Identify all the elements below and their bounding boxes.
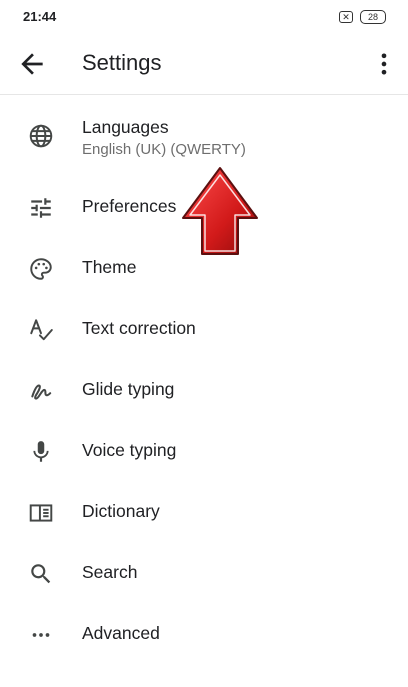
settings-item-search[interactable]: Search xyxy=(0,543,408,604)
settings-item-preferences[interactable]: Preferences xyxy=(0,177,408,238)
settings-item-summary: English (UK) (QWERTY) xyxy=(82,141,246,158)
notification-x-icon: ✕ xyxy=(339,11,353,23)
settings-item-label: Voice typing xyxy=(82,440,177,460)
settings-list: Languages English (UK) (QWERTY) Preferen… xyxy=(0,95,408,665)
globe-icon xyxy=(28,123,54,149)
tune-sliders-icon xyxy=(28,195,54,221)
back-button[interactable] xyxy=(16,48,48,80)
settings-item-label: Preferences xyxy=(82,196,177,216)
book-icon xyxy=(28,500,54,526)
settings-item-advanced[interactable]: Advanced xyxy=(0,604,408,665)
microphone-icon xyxy=(28,439,54,465)
settings-item-label: Advanced xyxy=(82,623,160,643)
arrow-back-icon xyxy=(21,53,43,75)
status-time: 21:44 xyxy=(23,9,57,24)
settings-item-voice-typing[interactable]: Voice typing xyxy=(0,421,408,482)
settings-item-theme[interactable]: Theme xyxy=(0,238,408,299)
page-title: Settings xyxy=(82,50,162,75)
settings-item-text-correction[interactable]: Text correction xyxy=(0,299,408,360)
settings-item-label: Search xyxy=(82,562,138,582)
settings-item-label: Glide typing xyxy=(82,379,175,399)
more-vert-icon xyxy=(381,53,387,75)
more-horiz-icon xyxy=(28,622,54,648)
status-bar: 21:44 ✕ 28 xyxy=(0,0,408,34)
spellcheck-icon xyxy=(28,317,54,343)
settings-item-languages[interactable]: Languages English (UK) (QWERTY) xyxy=(0,95,408,177)
settings-item-label: Text correction xyxy=(82,318,196,338)
settings-item-label: Dictionary xyxy=(82,501,160,521)
settings-item-dictionary[interactable]: Dictionary xyxy=(0,482,408,543)
palette-icon xyxy=(28,256,54,282)
search-icon xyxy=(28,561,54,587)
gesture-icon xyxy=(28,378,54,404)
settings-item-glide-typing[interactable]: Glide typing xyxy=(0,360,408,421)
app-bar: Settings xyxy=(0,34,408,95)
settings-item-label: Theme xyxy=(82,257,137,277)
battery-icon: 28 xyxy=(360,10,386,24)
settings-item-label: Languages xyxy=(82,117,169,137)
more-options-button[interactable] xyxy=(370,48,398,80)
